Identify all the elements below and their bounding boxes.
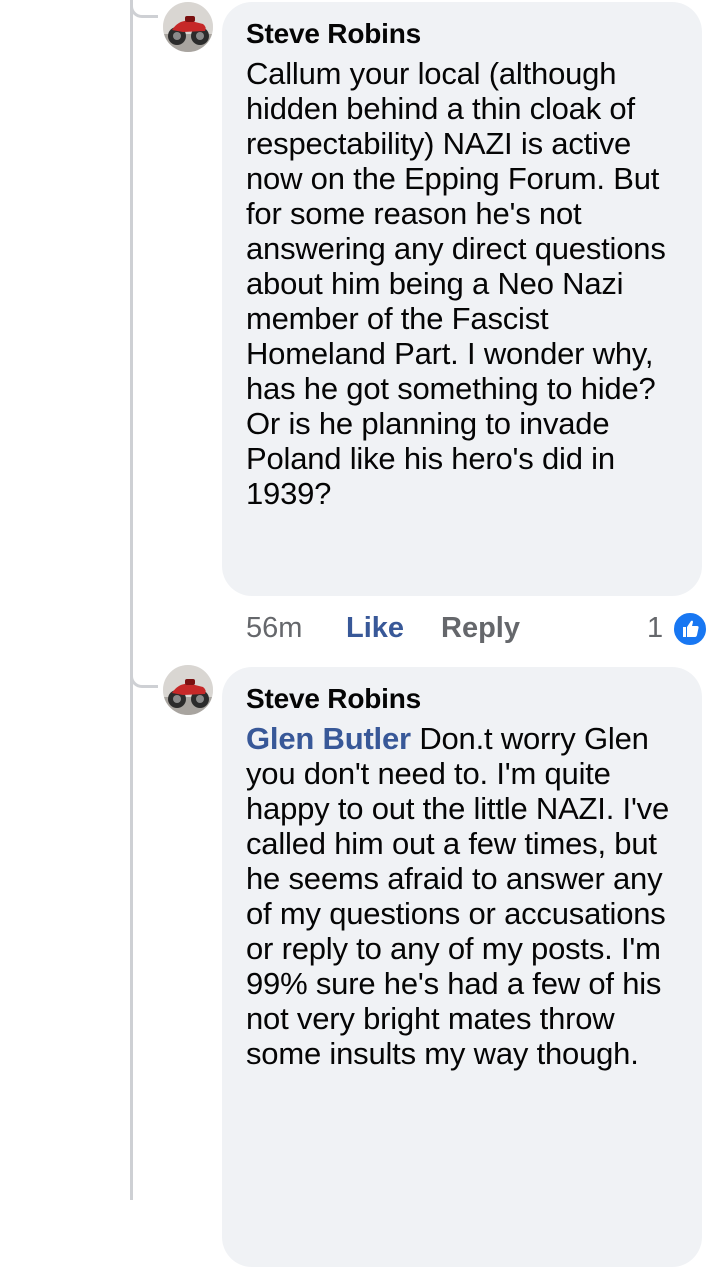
reply-button[interactable]: Reply <box>441 608 520 648</box>
avatar[interactable] <box>163 665 213 715</box>
thumbs-up-icon[interactable] <box>672 611 708 647</box>
mention-link[interactable]: Glen Butler <box>246 721 411 756</box>
thread-line <box>130 0 133 1200</box>
comment-text: Callum your local (although hidden behin… <box>246 56 666 511</box>
reaction-count[interactable]: 1 <box>647 608 663 648</box>
comment-author[interactable]: Steve Robins <box>246 18 682 50</box>
comment-bubble: Steve Robins Callum your local (although… <box>222 2 702 596</box>
motorcycle-avatar-icon <box>163 2 213 52</box>
comment-author[interactable]: Steve Robins <box>246 683 682 715</box>
comment-body: Don.t worry Glen you don't need to. I'm … <box>246 721 670 1071</box>
comment-bubble: Steve Robins Glen Butler Don.t worry Gle… <box>222 667 702 1267</box>
comment-text: Glen Butler Don.t worry Glen you don't n… <box>246 721 682 1071</box>
motorcycle-avatar-icon <box>163 665 213 715</box>
like-button[interactable]: Like <box>346 608 404 648</box>
avatar[interactable] <box>163 2 213 52</box>
thread-branch <box>130 0 158 18</box>
comment-timestamp[interactable]: 56m <box>246 608 302 648</box>
thread-branch <box>130 670 158 688</box>
